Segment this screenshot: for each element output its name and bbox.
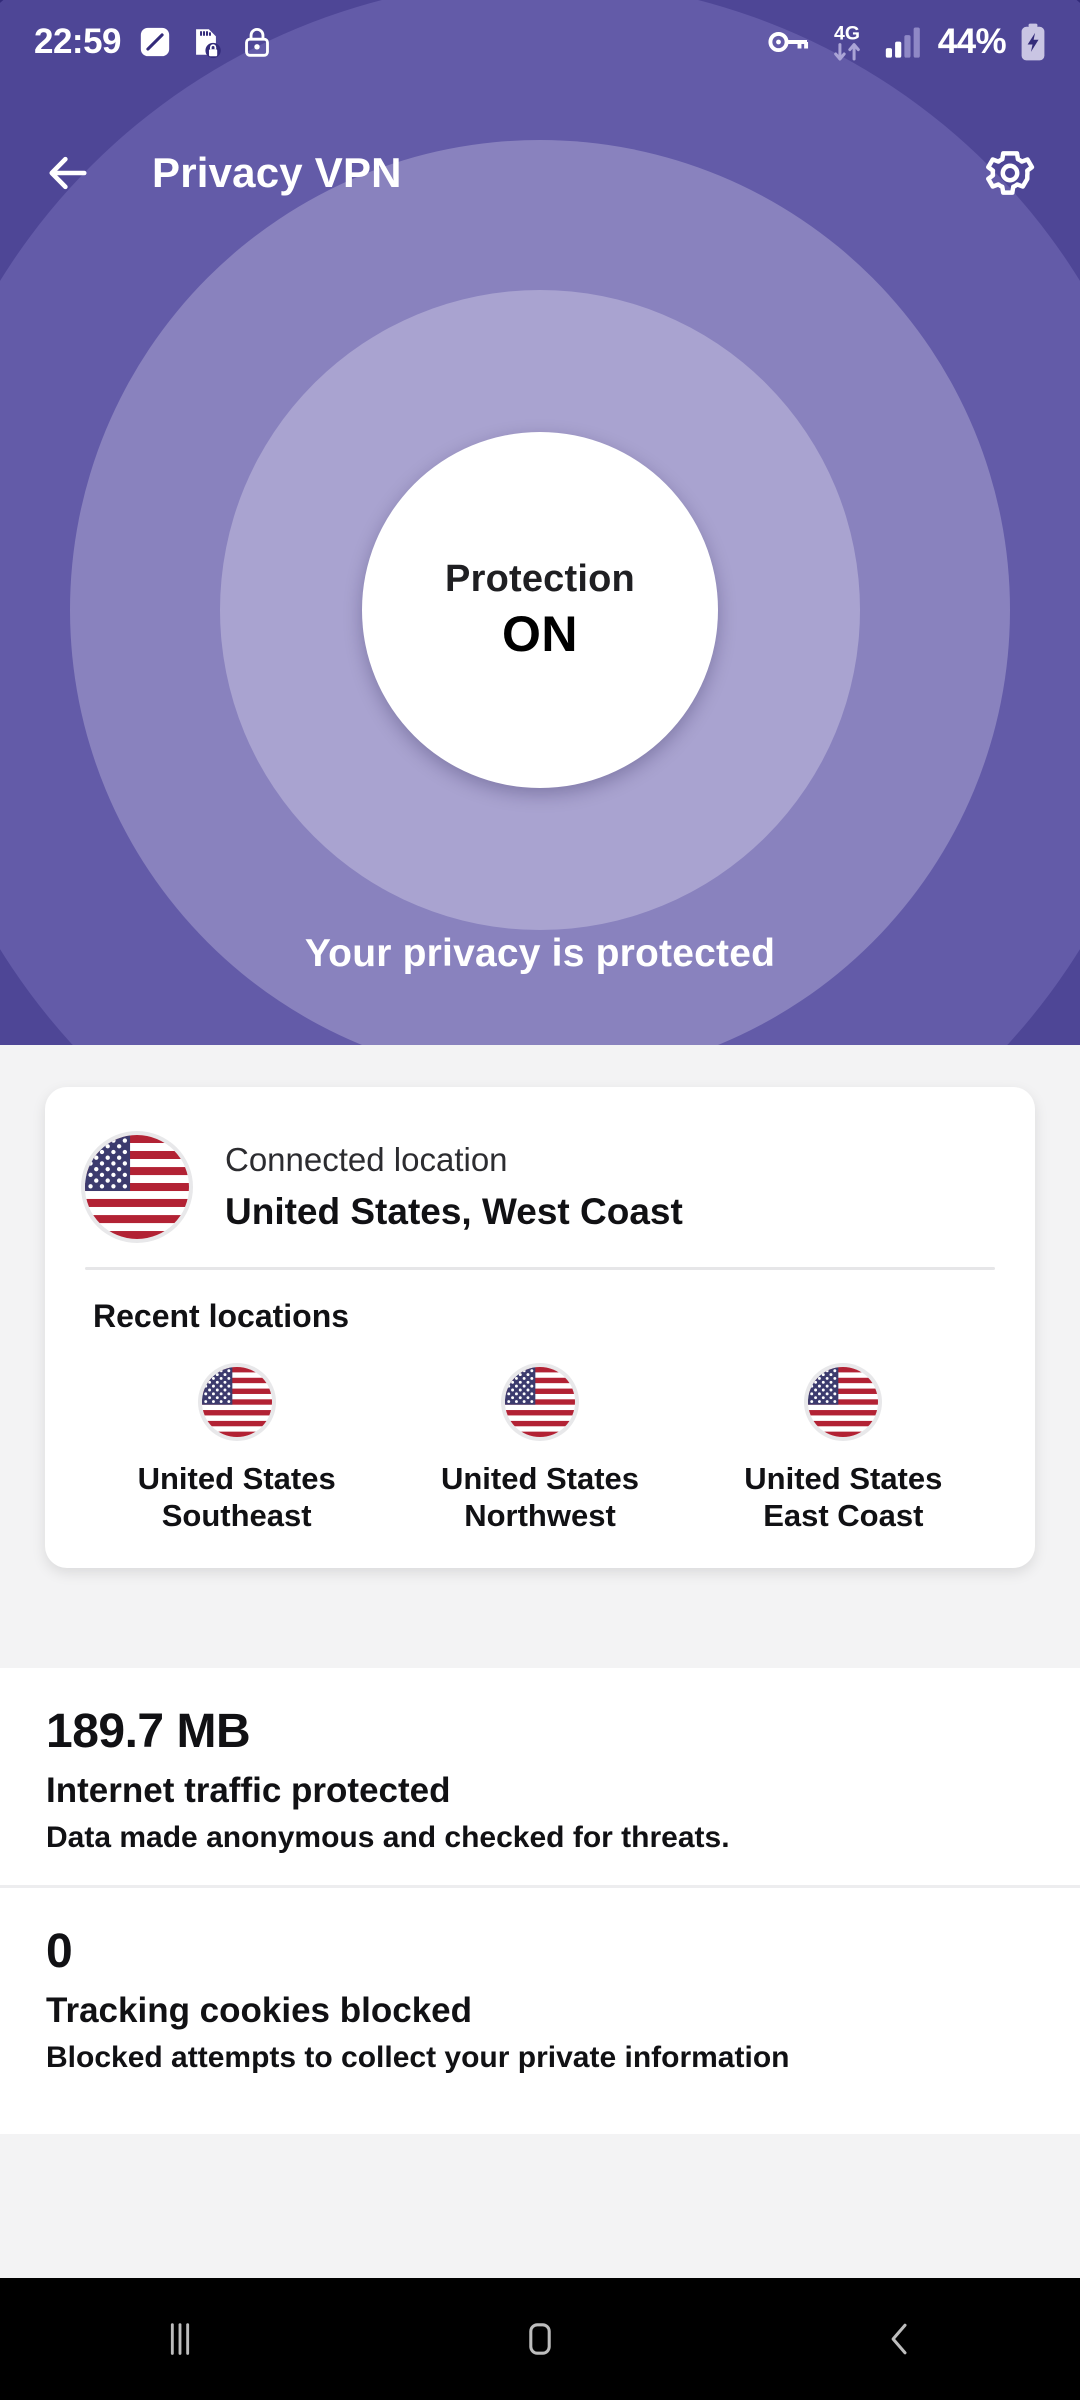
gear-icon (986, 151, 1035, 195)
connected-location-caption: Connected location (225, 1141, 508, 1178)
battery-percentage: 44% (937, 22, 1007, 61)
mobile-data-4g-icon: 4G (834, 22, 860, 61)
recent-location-item-2[interactable]: United States East Coast (692, 1367, 995, 1534)
recents-icon (170, 2323, 190, 2355)
status-bar-right: 4G 44% (768, 19, 1046, 65)
stat-cookies-blocked[interactable]: 0 Tracking cookies blocked Blocked attem… (0, 1888, 1080, 2105)
back-button[interactable] (720, 2316, 1080, 2362)
home-icon (529, 2323, 551, 2355)
connected-location-texts: Connected location United States, West C… (225, 1141, 683, 1233)
status-bar-left: 22:59 (34, 22, 274, 62)
protection-label: Protection (445, 557, 635, 600)
stat-description: Data made anonymous and checked for thre… (46, 1821, 730, 1854)
card-divider (85, 1267, 995, 1270)
privacy-tagline: Your privacy is protected (304, 932, 776, 975)
connected-location-card[interactable]: Connected location United States, West C… (45, 1087, 1035, 1569)
connected-location-row[interactable]: Connected location United States, West C… (85, 1117, 995, 1261)
status-clock: 22:59 (34, 22, 122, 61)
stat-title: Internet traffic protected (46, 1771, 451, 1810)
sd-card-lock-icon (196, 29, 221, 59)
protection-toggle-button[interactable]: Protection ON (362, 432, 718, 788)
signal-bars-icon (885, 27, 920, 58)
recent-location-label: United States Southeast (137, 1461, 336, 1533)
status-bar: 22:59 4G 44% (0, 0, 1080, 84)
page-title: Privacy VPN (152, 149, 402, 196)
home-button[interactable] (360, 2316, 720, 2362)
stats-section: 189.7 MB Internet traffic protected Data… (0, 1668, 1080, 2134)
recent-location-label: United States East Coast (744, 1461, 943, 1533)
vpn-key-icon (768, 31, 808, 53)
settings-button[interactable] (982, 145, 1038, 201)
recent-locations-row: United States Southeast United States No… (85, 1367, 995, 1534)
back-chevron-icon (891, 2323, 907, 2355)
app-bar: Privacy VPN (0, 118, 1080, 228)
stat-value: 0 (46, 1925, 73, 1978)
do-not-disturb-icon (140, 27, 170, 57)
connected-location-value: United States, West Coast (225, 1191, 683, 1232)
stat-value: 189.7 MB (46, 1705, 251, 1758)
svg-text:4G: 4G (834, 22, 860, 44)
stat-description: Blocked attempts to collect your private… (46, 2041, 790, 2074)
us-flag-icon (504, 1367, 575, 1437)
back-button[interactable] (42, 147, 94, 199)
us-flag-icon (85, 1135, 189, 1239)
stat-title: Tracking cookies blocked (46, 1991, 472, 2030)
battery-charging-icon (1021, 23, 1045, 61)
stat-traffic-protected[interactable]: 189.7 MB Internet traffic protected Data… (0, 1668, 1080, 1885)
us-flag-icon (808, 1367, 879, 1437)
recent-locations-title: Recent locations (93, 1298, 350, 1334)
arrow-left-icon (49, 156, 87, 190)
us-flag-icon (201, 1367, 272, 1437)
app-screen: Protection ON Your privacy is protected … (0, 0, 1080, 2400)
recent-location-item-1[interactable]: United States Northwest (388, 1367, 691, 1534)
lock-icon (245, 27, 269, 57)
protection-state: ON (502, 605, 578, 662)
recent-location-label: United States Northwest (440, 1461, 640, 1533)
system-navigation-bar (0, 2278, 1080, 2400)
recent-location-item-0[interactable]: United States Southeast (85, 1367, 388, 1534)
recents-button[interactable] (0, 2316, 360, 2362)
